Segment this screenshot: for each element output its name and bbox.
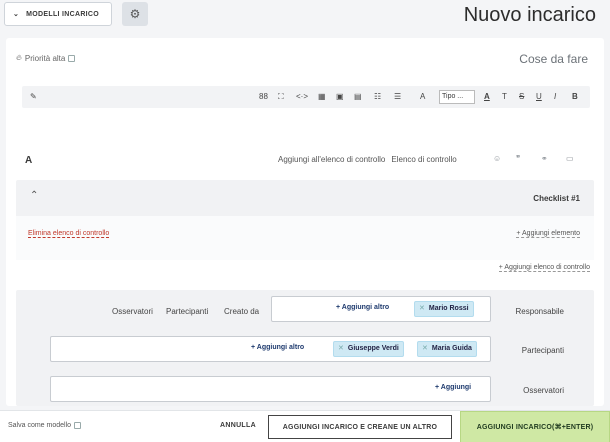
form-footer: Salva come modello ANNULLA AGGIUNGI INCA… xyxy=(0,410,610,442)
checklist-title[interactable]: Checklist #1 xyxy=(533,194,580,203)
embed-icon[interactable]: ▤ xyxy=(354,91,362,103)
image-icon[interactable]: ▣ xyxy=(336,91,344,103)
add-item-link[interactable]: + Aggiungi elemento xyxy=(516,230,580,238)
video-icon[interactable]: ▭ xyxy=(566,154,574,163)
text-color-icon[interactable]: A xyxy=(484,91,490,103)
underline-icon[interactable]: U xyxy=(536,91,542,103)
add-task-button[interactable]: AGGIUNGI INCARICO(⌘+ENTER) xyxy=(460,411,610,442)
add-and-create-another-button[interactable]: AGGIUNGI INCARICO E CREANE UN ALTRO xyxy=(268,415,452,439)
text-type-select[interactable]: Tipo ... xyxy=(439,90,475,104)
editor-toolbar: ✎ 88 ⛶ <·> ▦ ▣ ▤ ☷ ☰ A Tipo ... A T S U … xyxy=(22,86,590,108)
models-button-label: MODELLI INCARICO xyxy=(26,10,100,18)
delete-checklist-link[interactable]: Elimina elenco di controllo xyxy=(28,230,110,238)
save-as-template-checkbox[interactable] xyxy=(74,422,82,429)
task-editor-page: ⌄ MODELLI INCARICO ⚙ Nuovo incarico Cose… xyxy=(0,0,610,442)
add-observer-link[interactable]: + Aggiungi xyxy=(435,384,471,391)
numbered-list-icon[interactable]: ☷ xyxy=(374,91,381,103)
add-responsible-link[interactable]: + Aggiungi altro xyxy=(336,304,389,311)
chevron-down-icon: ⌄ xyxy=(13,11,20,18)
people-panel: Osservatori Partecipanti Creato da Respo… xyxy=(16,290,594,406)
responsible-field[interactable]: + Aggiungi altro ✕ Mario Rossi xyxy=(271,296,491,322)
priority-label: Priorità alta xyxy=(24,53,66,63)
settings-button[interactable]: ⚙ xyxy=(122,2,148,26)
observers-field[interactable]: + Aggiungi xyxy=(50,376,491,402)
italic-icon[interactable]: I xyxy=(554,91,556,103)
link-icon[interactable]: ⚭ xyxy=(541,154,548,163)
save-as-template[interactable]: Salva come modello xyxy=(8,422,82,429)
add-to-checklist-link[interactable]: Aggiungi all'elenco di controllo xyxy=(278,155,385,164)
add-participant-link[interactable]: + Aggiungi altro xyxy=(251,344,304,351)
participant-chip: ✕ Maria Guida xyxy=(417,341,477,357)
remove-icon[interactable]: ✕ xyxy=(419,302,425,316)
bullet-list-icon[interactable]: ☰ xyxy=(394,91,401,103)
clear-format-icon[interactable]: ✎ xyxy=(30,91,37,103)
chevron-up-icon[interactable]: ⌃ xyxy=(30,190,38,201)
fullscreen-icon[interactable]: ⛶ xyxy=(278,91,284,103)
table-icon[interactable]: ▦ xyxy=(318,91,326,103)
font-size-toggle[interactable]: A xyxy=(25,155,32,166)
add-checklist-link[interactable]: + Aggiungi elenco di controllo xyxy=(498,264,590,272)
text-size-icon[interactable]: T xyxy=(502,91,507,103)
checklist-link[interactable]: Elenco di controllo xyxy=(391,155,456,164)
flame-icon: 🔥︎ xyxy=(16,53,22,62)
participants-field[interactable]: + Aggiungi altro ✕ Giuseppe Verdi ✕ Mari… xyxy=(50,336,491,362)
responsible-label: Responsabile xyxy=(515,307,564,316)
strikethrough-icon[interactable]: S xyxy=(519,91,524,103)
cancel-button[interactable]: ANNULLA xyxy=(220,422,256,429)
priority-checkbox[interactable] xyxy=(68,54,76,62)
task-form-card: Cose da fare 🔥︎ Priorità alta ✎ 88 ⛶ <·>… xyxy=(6,38,604,406)
page-title: Nuovo incarico xyxy=(463,4,596,26)
remove-icon[interactable]: ✕ xyxy=(338,342,344,356)
models-dropdown-button[interactable]: ⌄ MODELLI INCARICO xyxy=(4,2,112,26)
task-title-input[interactable]: Cose da fare xyxy=(519,52,588,66)
user-icon[interactable]: ☺ xyxy=(493,154,501,163)
tab-created-by[interactable]: Creato da xyxy=(224,307,259,316)
checklist-panel: ⌃ Checklist #1 Elimina elenco di control… xyxy=(16,180,594,260)
remove-icon[interactable]: ✕ xyxy=(422,342,428,356)
priority-toggle[interactable]: 🔥︎ Priorità alta xyxy=(16,53,76,63)
participants-label: Partecipanti xyxy=(521,346,564,355)
html-button[interactable]: 88 xyxy=(259,91,268,103)
checklist-actions: Aggiungi all'elenco di controllo Elenco … xyxy=(278,155,457,164)
code-icon[interactable]: <·> xyxy=(296,91,308,103)
tab-observers[interactable]: Osservatori xyxy=(112,307,153,316)
quote-icon[interactable]: ❞ xyxy=(516,154,520,163)
gear-icon: ⚙ xyxy=(129,7,141,21)
responsible-chip: ✕ Mario Rossi xyxy=(414,301,474,317)
tab-participants[interactable]: Partecipanti xyxy=(166,307,208,316)
observers-label: Osservatori xyxy=(523,386,564,395)
bold-icon[interactable]: B xyxy=(572,91,578,103)
highlight-icon[interactable]: A xyxy=(420,91,425,103)
checklist-body: Elimina elenco di controllo + Aggiungi e… xyxy=(16,216,594,260)
save-as-template-label: Salva come modello xyxy=(8,422,72,429)
participant-chip: ✕ Giuseppe Verdi xyxy=(333,341,404,357)
